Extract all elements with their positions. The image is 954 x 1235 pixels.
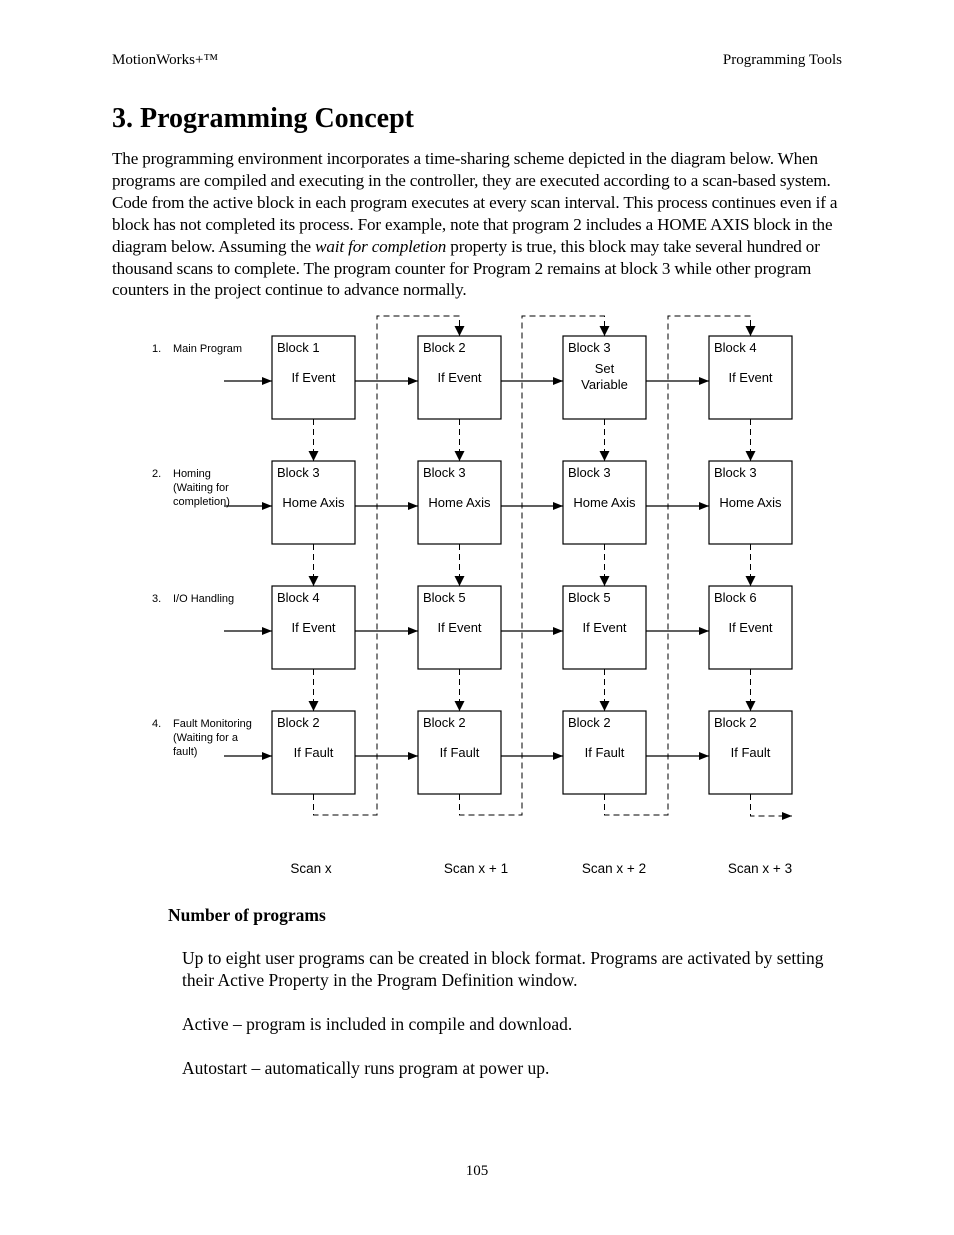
- header-section-name: Programming Tools: [722, 52, 842, 68]
- block-name: Block 5: [568, 590, 611, 605]
- scan-label: Scan x: [290, 861, 332, 876]
- block-name: Block 4: [277, 590, 320, 605]
- row-label: completion): [173, 496, 230, 508]
- block-action: Variable: [581, 377, 628, 392]
- scan-timing-diagram: 1. Main Program 2. Homing (Waiting for comple…: [152, 315, 793, 876]
- row-number: 3.: [152, 593, 161, 605]
- block-name: Block 2: [277, 715, 320, 730]
- section-paragraph-autostart: Autostart – automatically runs program a…: [182, 1058, 550, 1078]
- row-label: fault): [173, 746, 197, 758]
- block-name: Block 2: [714, 715, 757, 730]
- intro-paragraph: The programming environment incorporates…: [112, 148, 844, 301]
- block-name: Block 6: [714, 590, 757, 605]
- block-name: Block 3: [714, 465, 757, 480]
- row-label: Fault Monitoring: [173, 718, 252, 730]
- block-action: If Fault: [731, 745, 771, 760]
- section-paragraph-active: Active – program is included in compile …: [182, 1014, 573, 1034]
- block-action: Home Axis: [428, 495, 491, 510]
- block-action: If Event: [291, 370, 335, 385]
- row-number: 2.: [152, 468, 161, 480]
- block-action: If Event: [728, 620, 772, 635]
- header-product-name: MotionWorks+™: [112, 52, 219, 68]
- page-number: 105: [465, 1163, 489, 1179]
- row-label: (Waiting for a: [173, 732, 239, 744]
- row-label: (Waiting for: [173, 482, 229, 494]
- block-name: Block 3: [568, 465, 611, 480]
- block-action: Home Axis: [573, 495, 636, 510]
- block-action: If Event: [437, 370, 481, 385]
- block-name: Block 2: [423, 715, 466, 730]
- scan-continue-arrow: [750, 794, 792, 820]
- block-name: Block 3: [568, 340, 611, 355]
- row-label: Main Program: [173, 343, 242, 355]
- section-title: Number of programs: [168, 905, 326, 925]
- page-title: 3. Programming Concept: [112, 103, 414, 134]
- block-name: Block 2: [423, 340, 466, 355]
- intro-italic-term: wait for completion: [315, 236, 447, 256]
- block-action: If Event: [437, 620, 481, 635]
- block-action: Set: [595, 361, 615, 376]
- scan-label: Scan x + 2: [582, 861, 646, 876]
- scan-label: Scan x + 1: [444, 861, 508, 876]
- block-action: If Event: [728, 370, 772, 385]
- block-name: Block 5: [423, 590, 466, 605]
- scan-label: Scan x + 3: [728, 861, 792, 876]
- block-name: Block 1: [277, 340, 320, 355]
- row-label: Homing: [173, 468, 211, 480]
- block-name: Block 3: [423, 465, 466, 480]
- block-action: If Fault: [294, 745, 334, 760]
- row-number: 4.: [152, 718, 161, 730]
- block-action: Home Axis: [719, 495, 782, 510]
- block-name: Block 3: [277, 465, 320, 480]
- block-action: If Fault: [585, 745, 625, 760]
- row-number: 1.: [152, 343, 161, 355]
- block-action: If Fault: [440, 745, 480, 760]
- block-action: Home Axis: [282, 495, 345, 510]
- block-action: If Event: [582, 620, 626, 635]
- row-label: I/O Handling: [173, 593, 234, 605]
- block-name: Block 2: [568, 715, 611, 730]
- block-name: Block 4: [714, 340, 757, 355]
- section-paragraph-programs: Up to eight user programs can be created…: [182, 948, 824, 990]
- block-action: If Event: [291, 620, 335, 635]
